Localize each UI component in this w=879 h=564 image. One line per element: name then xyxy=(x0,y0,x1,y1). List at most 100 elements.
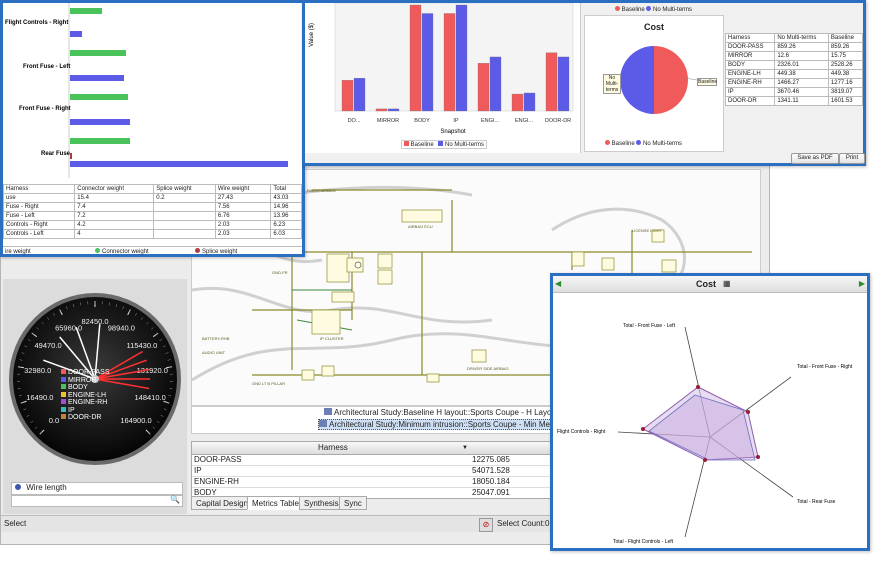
harness-name: ENGINE-RH xyxy=(194,477,239,486)
study-item[interactable]: Architectural Study:Baseline H layout::S… xyxy=(324,408,563,417)
schematic-label: DRIVER SIDE AIRBAG xyxy=(467,366,509,371)
table-cell: 0.2 xyxy=(153,193,216,203)
wire-length-option[interactable]: Wire length xyxy=(11,482,183,495)
snapshot-bar-chart: DO... MIRROR BODY IP ENGI... ENGI... DOOR-DR V… xyxy=(309,2,574,135)
column-header[interactable]: Harness xyxy=(2,184,76,194)
tab-capital-design[interactable]: Capital Design xyxy=(191,496,254,510)
sort-icon[interactable]: ▼ xyxy=(462,442,468,454)
tab-bar: Capital Design Metrics Table Synthesis S… xyxy=(191,496,471,510)
tab-synthesis[interactable]: Synthesis xyxy=(299,496,344,510)
snapshot-bar xyxy=(523,92,536,112)
column-header[interactable]: Splice weight xyxy=(153,184,216,194)
snapshot-bar xyxy=(557,56,570,112)
column-header[interactable]: Connector weight xyxy=(74,184,155,194)
table-cell: 15.75 xyxy=(827,51,864,61)
export-icon[interactable]: ▦ xyxy=(723,279,731,288)
tab-metrics-table[interactable]: Metrics Table xyxy=(247,496,304,510)
gauge-tick-label: 49470.0 xyxy=(35,341,62,350)
pie-label-right: Baseline xyxy=(697,78,718,86)
weight-bar-label: Rear Fuse xyxy=(41,151,71,157)
table-row[interactable]: Controls - Right 4.2 2.03 6.23 xyxy=(2,220,302,230)
table-row[interactable]: DOOR-PASS 859.26 859.26 xyxy=(724,42,864,52)
legend-dot-icon xyxy=(95,248,100,253)
table-cell: 4 xyxy=(74,229,155,239)
schematic-label: IP CLUSTER xyxy=(320,336,344,341)
column-header[interactable]: Total xyxy=(270,184,302,194)
table-row[interactable]: use 15.4 0.2 27.43 43.03 xyxy=(2,193,302,203)
bar-chart-legend: Baseline No Multi-terms xyxy=(401,140,488,149)
weight-legend: ire weight Connector weight Splice weigh… xyxy=(3,246,302,257)
snapshot-bar xyxy=(341,80,354,112)
study-icon xyxy=(319,420,327,427)
gauge-panel: 0.0 16490.0 32980.0 49470.0 65960.0 82450.0 98… xyxy=(3,279,187,514)
table-row[interactable]: ENGINE-LH 449.38 449.38 xyxy=(724,69,864,79)
table-cell: 15.4 xyxy=(74,193,155,203)
radar-axis-label: Total - Front Fuse - Right xyxy=(797,364,853,370)
clear-selection-icon[interactable]: ⊘ xyxy=(479,518,493,532)
table-cell: DOOR-PASS xyxy=(724,42,776,52)
select-count: Select Count:0 xyxy=(497,519,550,528)
table-row[interactable]: ENGINE-RH 1466.27 1277.16 xyxy=(724,78,864,88)
table-cell: 2528.26 xyxy=(827,60,864,70)
table-cell: 7.56 xyxy=(214,202,272,212)
snapshot-bar xyxy=(375,108,388,112)
column-header[interactable]: No Multi-terms xyxy=(774,33,829,43)
table-cell: 1601.53 xyxy=(827,96,864,106)
column-header[interactable]: Baseline xyxy=(827,33,864,43)
table-row[interactable]: ENGINE-RH 18050.184 xyxy=(192,477,560,488)
wire-length-label: Wire length xyxy=(26,483,67,492)
arrow-right-icon[interactable]: ▶ xyxy=(859,279,865,288)
table-row[interactable]: BODY 2326.01 2528.26 xyxy=(724,60,864,70)
table-row[interactable]: Fuse - Left 7.2 6.76 13.96 xyxy=(2,211,302,221)
gauge-legend-item: IP xyxy=(61,406,110,415)
study-item[interactable]: Architectural Study:Minimum intrusion::S… xyxy=(318,419,567,430)
radar-axis-label: Total - Front Fuse - Left xyxy=(623,323,676,329)
gauge-tick-label: 82450.0 xyxy=(81,317,108,326)
legend-swatch-icon xyxy=(61,376,66,382)
weight-bar xyxy=(70,31,82,37)
svg-text:GND LT B PILLAR: GND LT B PILLAR xyxy=(252,381,285,386)
table-cell: Fuse - Left xyxy=(2,211,76,221)
table-row[interactable]: Controls - Left 4 2.03 6.03 xyxy=(2,229,302,239)
save-as-pdf-button[interactable]: Save as PDF xyxy=(791,153,839,164)
gauge-legend-item: DOOR-PASS xyxy=(61,369,110,377)
harness-value: 12275.085 xyxy=(472,455,510,464)
snapshot-bar xyxy=(455,4,468,112)
schematic-label: AIRBAG ECU xyxy=(408,224,433,229)
table-row[interactable]: Fuse - Right 7.4 7.56 14.96 xyxy=(2,202,302,212)
table-cell: Fuse - Right xyxy=(2,202,76,212)
legend-swatch-icon xyxy=(438,141,444,146)
table-cell: 43.03 xyxy=(270,193,302,203)
arrow-left-icon[interactable]: ◀ xyxy=(555,279,561,288)
snapshot-bar xyxy=(409,4,422,112)
radar-chart-window: ◀ Cost ▦ ▶ Total - Front Fuse - Left Tot… xyxy=(550,273,870,551)
x-tick-label: IP xyxy=(453,118,459,124)
column-header[interactable]: Harness xyxy=(724,33,776,43)
radio-icon xyxy=(15,484,21,490)
table-cell: 1277.16 xyxy=(827,78,864,88)
table-row[interactable]: IP 54071.528 xyxy=(192,466,560,477)
table-cell: Controls - Right xyxy=(2,220,76,230)
gauge-tick-label: 164900.0 xyxy=(120,416,151,425)
table-cell: use xyxy=(2,193,76,203)
snapshot-bar xyxy=(387,108,400,112)
search-icon[interactable]: 🔍 xyxy=(170,495,180,504)
column-header[interactable]: Wire weight xyxy=(214,184,272,194)
table-row[interactable]: MIRROR 12.6 15.75 xyxy=(724,51,864,61)
print-button[interactable]: Print xyxy=(839,153,865,164)
legend-swatch-icon xyxy=(61,369,66,374)
table-cell xyxy=(153,202,216,212)
y-axis-label: Value ($) xyxy=(309,23,315,47)
snapshot-bar xyxy=(545,52,558,112)
table-row[interactable]: DOOR-PASS 12275.085 xyxy=(192,455,560,466)
harness-column-header[interactable]: Harness ▼ xyxy=(192,442,560,455)
table-cell xyxy=(153,211,216,221)
table-cell: 27.43 xyxy=(214,193,272,203)
legend-swatch-icon xyxy=(615,6,620,11)
legend-swatch-icon xyxy=(404,141,409,146)
studies-list: Architectural Study:Baseline H layout::S… xyxy=(191,406,567,434)
tab-sync[interactable]: Sync xyxy=(339,496,367,510)
filter-input[interactable]: 🔍 xyxy=(11,495,183,507)
table-row[interactable]: DOOR-DR 1341.11 1601.53 xyxy=(724,96,864,106)
table-row[interactable]: IP 3670.46 3819.07 xyxy=(724,87,864,97)
